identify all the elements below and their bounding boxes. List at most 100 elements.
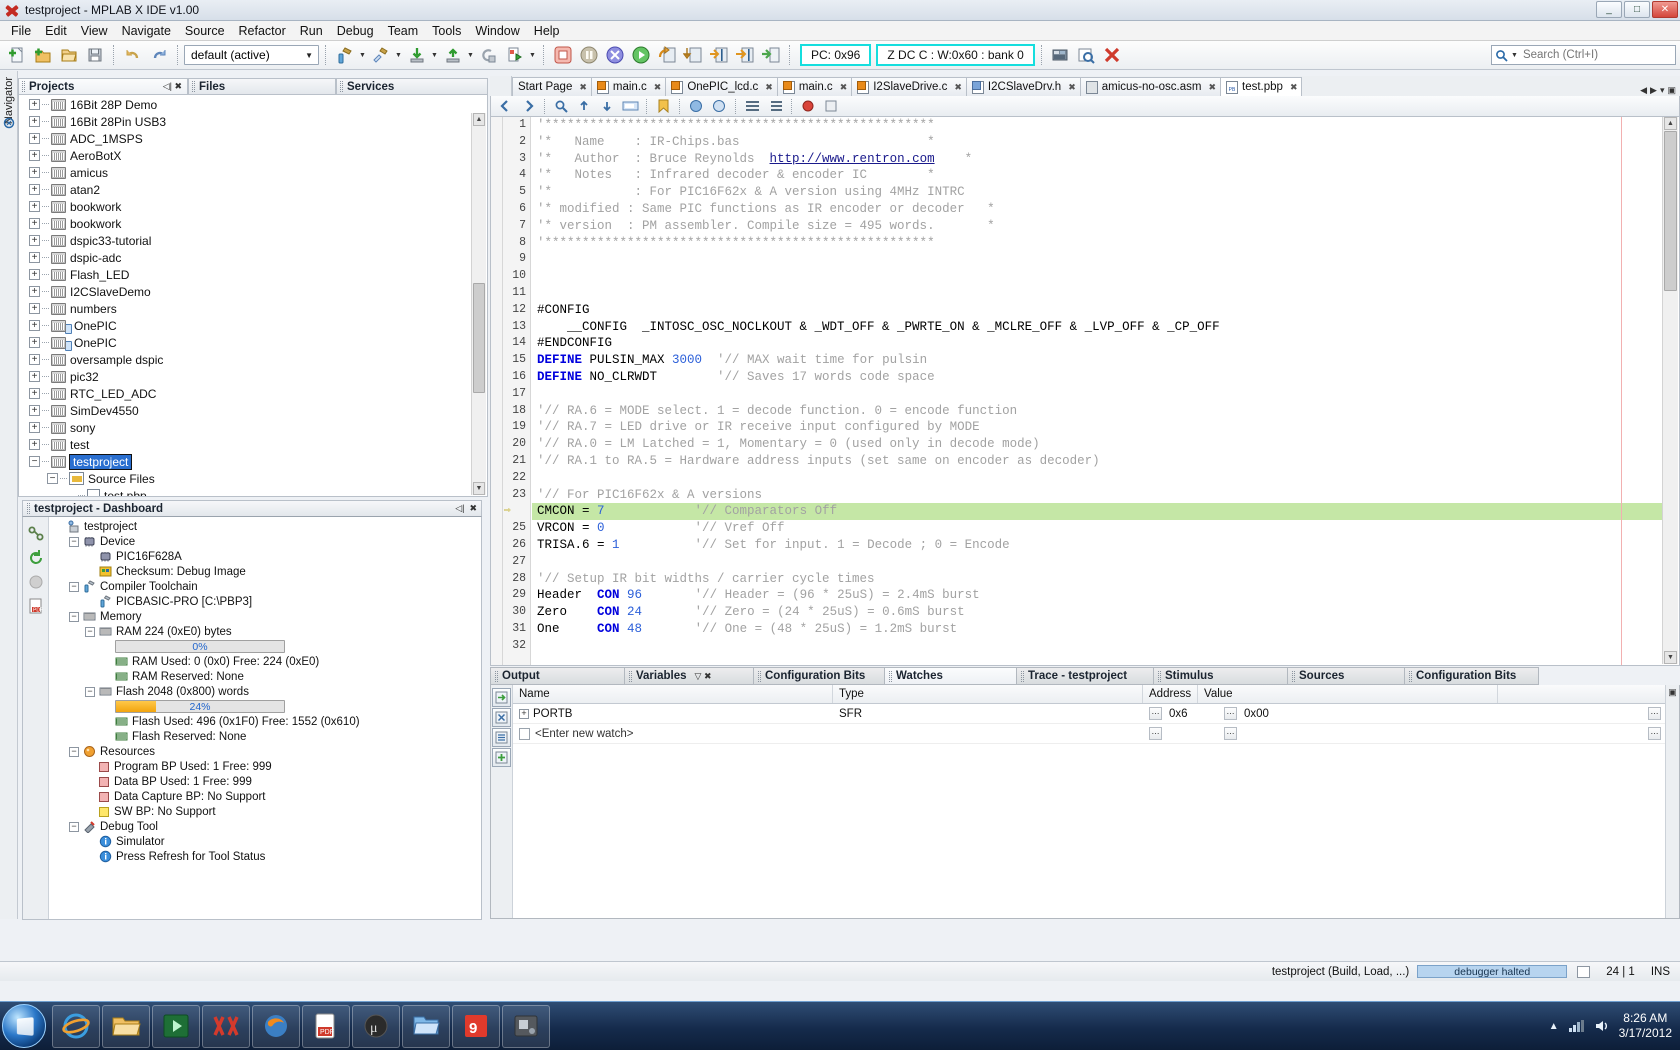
watch-name-cell[interactable]: +PORTB <box>513 704 833 723</box>
reset-icon[interactable] <box>602 44 627 67</box>
code-line[interactable]: '// RA.7 = LED drive or IR receive input… <box>532 419 1663 436</box>
project-tree-item-i2cslavedemo[interactable]: +I2CSlaveDemo <box>19 283 487 300</box>
search-dropdown-icon[interactable]: ▼ <box>1511 52 1518 59</box>
dashboard-row[interactable]: SW BP: No Support <box>49 804 481 819</box>
refresh-debug-icon[interactable] <box>25 547 47 569</box>
collapse-icon[interactable]: − <box>69 822 79 832</box>
expand-icon[interactable]: + <box>29 252 40 263</box>
taskbar-internet-explorer-icon[interactable] <box>52 1005 100 1048</box>
memory-view-icon[interactable] <box>1048 44 1073 67</box>
close-tab-icon[interactable]: ✖ <box>1208 82 1216 93</box>
close-tab-icon[interactable]: ✖ <box>1068 82 1076 93</box>
project-tree-item-pic32[interactable]: +pic32 <box>19 368 487 385</box>
watch-name-cell[interactable]: <Enter new watch> <box>513 724 833 743</box>
scroll-thumb[interactable] <box>473 283 485 393</box>
close-tab-icon[interactable]: ✖ <box>954 82 962 93</box>
code-content[interactable]: '***************************************… <box>532 117 1663 665</box>
project-tree-item-dspic33-tutorial[interactable]: +dspic33-tutorial <box>19 232 487 249</box>
close-red-icon[interactable] <box>1100 44 1125 67</box>
expand-icon[interactable]: + <box>519 709 529 719</box>
uncomment-icon[interactable] <box>708 97 730 115</box>
editor-tab-start-page[interactable]: Start Page✖ <box>512 77 592 96</box>
pdf-datasheet-icon[interactable]: PDF <box>25 595 47 617</box>
row-expander-button[interactable]: ⋯ <box>1143 724 1163 743</box>
menu-edit[interactable]: Edit <box>38 22 74 40</box>
dashboard-row[interactable]: RAM Used: 0 (0x0) Free: 224 (0xE0) <box>49 654 481 669</box>
dashboard-row[interactable]: Checksum: Debug Image <box>49 564 481 579</box>
maximize-icon[interactable]: ▣ <box>1668 687 1677 698</box>
expand-icon[interactable]: + <box>29 167 40 178</box>
code-line[interactable]: '***************************************… <box>532 117 1663 134</box>
project-tree-item-numbers[interactable]: +numbers <box>19 300 487 317</box>
bottom-tab-configuration-bits[interactable]: Configuration Bits <box>753 667 885 685</box>
step-out-icon[interactable] <box>706 44 731 67</box>
watches-table[interactable]: NameTypeAddressValue +PORTBSFR⋯0x6⋯0x00⋯… <box>513 685 1665 918</box>
project-tree-item-16bit-28p-demo[interactable]: +16Bit 28P Demo <box>19 96 487 113</box>
project-tree-item-source-files[interactable]: −Source Files <box>19 470 487 487</box>
clean-build-dropdown-icon[interactable]: ▼ <box>394 44 403 67</box>
row-expander-button[interactable]: ⋯ <box>1143 704 1163 723</box>
menu-view[interactable]: View <box>74 22 115 40</box>
menu-refactor[interactable]: Refactor <box>232 22 293 40</box>
tab-files[interactable]: Files <box>188 78 336 95</box>
code-line[interactable]: '* Author : Bruce Reynolds http://www.re… <box>532 151 1663 168</box>
build-dropdown-icon[interactable]: ▼ <box>358 44 367 67</box>
panel-controls[interactable]: ◁| ✖ <box>163 81 182 92</box>
code-line[interactable]: '// RA.6 = MODE select. 1 = decode funct… <box>532 403 1663 420</box>
menu-team[interactable]: Team <box>381 22 426 40</box>
taskbar-file-explorer-icon[interactable] <box>102 1005 150 1048</box>
code-line-current[interactable]: CMCON = 7 '// Comparators Off <box>532 503 1663 520</box>
inspect-icon[interactable] <box>1074 44 1099 67</box>
taskbar-pickit-icon[interactable]: 9 <box>452 1005 500 1048</box>
tab-projects[interactable]: Projects◁| ✖ <box>18 78 188 95</box>
source-url-link[interactable]: http://www.rentron.com <box>770 152 935 166</box>
code-line[interactable]: '* version : PM assembler. Compile size … <box>532 218 1663 235</box>
dashboard-row[interactable]: −Memory <box>49 609 481 624</box>
bottom-tab-stimulus[interactable]: Stimulus <box>1153 667 1288 685</box>
code-line[interactable]: Header CON 96 '// Header = (96 * 25uS) =… <box>532 587 1663 604</box>
dashboard-row[interactable]: −Debug Tool <box>49 819 481 834</box>
close-tab-icon[interactable]: ✖ <box>1290 82 1298 93</box>
expand-icon[interactable]: + <box>29 150 40 161</box>
cell-menu-icon[interactable]: ⋯ <box>1648 727 1661 740</box>
collapse-icon[interactable]: − <box>69 747 79 757</box>
column-header-type[interactable]: Type <box>833 685 1143 703</box>
new-file-icon[interactable] <box>4 44 29 67</box>
project-tree-item-oversample-dspic[interactable]: +oversample dspic <box>19 351 487 368</box>
editor-tab-i2slavedrive-c[interactable]: I2SlaveDrive.c✖ <box>851 77 967 96</box>
project-tree-item-onepic[interactable]: +OnePIC <box>19 317 487 334</box>
dashboard-row[interactable]: testproject <box>49 519 481 534</box>
find-next-icon[interactable] <box>596 97 618 115</box>
expand-icon[interactable]: + <box>29 320 40 331</box>
close-panel-icon[interactable]: ✖ <box>469 503 477 514</box>
project-properties-icon[interactable] <box>25 523 47 545</box>
program-icon[interactable] <box>440 44 465 67</box>
dashboard-row[interactable]: PIC16F628A <box>49 549 481 564</box>
tab-list-icon[interactable]: ▾ <box>1660 85 1665 96</box>
toggle-highlight-icon[interactable] <box>619 97 641 115</box>
expand-icon[interactable]: + <box>29 371 40 382</box>
project-tree-item-test[interactable]: +test <box>19 436 487 453</box>
code-line[interactable] <box>532 251 1663 268</box>
collapse-icon[interactable]: − <box>29 456 40 467</box>
delete-watch-icon[interactable] <box>492 708 511 727</box>
search-field[interactable] <box>1521 48 1671 62</box>
close-tab-icon[interactable]: ✖ <box>654 82 662 93</box>
cell-menu-icon[interactable]: ⋯ <box>1224 707 1237 720</box>
code-line[interactable]: '* modified : Same PIC functions as IR e… <box>532 201 1663 218</box>
bottom-tab-watches[interactable]: Watches <box>884 667 1017 685</box>
scroll-right-icon[interactable]: ▶ <box>1650 85 1657 96</box>
project-tree-item-aerobotx[interactable]: +AeroBotX <box>19 147 487 164</box>
expand-icon[interactable]: + <box>29 116 40 127</box>
project-tree-item-sony[interactable]: +sony <box>19 419 487 436</box>
project-tree-item-atan2[interactable]: +atan2 <box>19 181 487 198</box>
menu-tools[interactable]: Tools <box>425 22 468 40</box>
row-value-button[interactable]: ⋯ <box>1218 724 1238 743</box>
code-line[interactable]: '* Notes : Infrared decoder & encoder IC… <box>532 167 1663 184</box>
dashboard-row[interactable]: Data Capture BP: No Support <box>49 789 481 804</box>
editor-scroll-up-icon[interactable]: ▲ <box>1664 117 1677 130</box>
code-line[interactable]: One CON 48 '// One = (48 * 25uS) = 1.2mS… <box>532 621 1663 638</box>
download-icon[interactable] <box>404 44 429 67</box>
shift-right-icon[interactable] <box>764 97 786 115</box>
run-to-cursor-icon[interactable] <box>732 44 757 67</box>
